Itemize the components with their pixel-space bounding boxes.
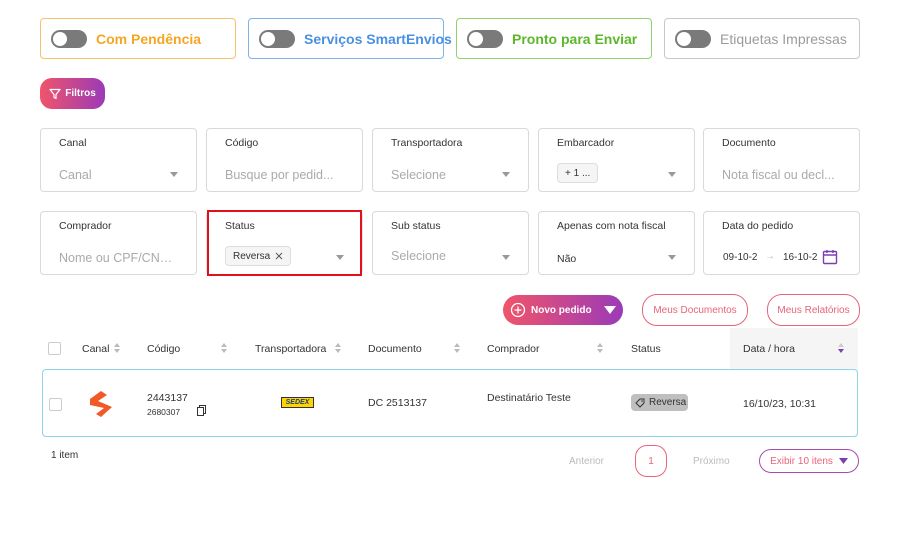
filter-label: Código bbox=[225, 137, 259, 149]
sedex-logo: SEDEX bbox=[281, 397, 314, 408]
arrow-right-icon: → bbox=[765, 251, 775, 262]
meus-documentos-button[interactable]: Meus Documentos bbox=[642, 294, 748, 326]
filter-label: Canal bbox=[59, 137, 87, 149]
chevron-down-icon[interactable] bbox=[170, 172, 178, 177]
sort-icon[interactable] bbox=[334, 342, 342, 354]
filtros-label: Filtros bbox=[65, 88, 96, 99]
comprador-input[interactable]: Nome ou CPF/CNPJ bbox=[59, 251, 174, 265]
filter-value: Selecione bbox=[391, 168, 446, 182]
filter-icon bbox=[49, 88, 61, 99]
row-codigo-sub: 2680307 bbox=[147, 407, 181, 417]
sort-icon[interactable] bbox=[453, 342, 461, 354]
calendar-icon[interactable] bbox=[822, 249, 838, 265]
filter-transportadora[interactable]: Transportadora Selecione bbox=[372, 128, 529, 192]
toggle-switch[interactable] bbox=[51, 29, 87, 48]
novo-pedido-label: Novo pedido bbox=[531, 304, 592, 316]
filter-data-pedido[interactable]: Data do pedido 09-10-2 → 16-10-2 bbox=[703, 211, 860, 275]
filter-value: Canal bbox=[59, 168, 92, 182]
status-highlight-box bbox=[207, 210, 362, 276]
row-documento: DC 2513137 bbox=[368, 397, 427, 409]
item-count: 1 item bbox=[51, 450, 79, 461]
header-status: Status bbox=[631, 343, 661, 355]
header-documento[interactable]: Documento bbox=[368, 343, 422, 355]
sort-icon[interactable] bbox=[837, 342, 845, 354]
sort-icon[interactable] bbox=[220, 342, 228, 354]
date-start[interactable]: 09-10-2 bbox=[723, 252, 757, 263]
filter-documento[interactable]: Documento Nota fiscal ou decl... bbox=[703, 128, 860, 192]
anterior-button[interactable]: Anterior bbox=[569, 456, 604, 467]
page-size-select[interactable]: Exibir 10 itens bbox=[759, 449, 859, 473]
tag-icon bbox=[635, 398, 645, 408]
toggle-label: Pronto para Enviar bbox=[512, 30, 638, 47]
toggle-switch[interactable] bbox=[467, 29, 503, 48]
page-number-button[interactable]: 1 bbox=[635, 445, 667, 477]
embarcador-tag[interactable]: + 1 ... bbox=[557, 163, 599, 183]
filter-label: Apenas com nota fiscal bbox=[557, 220, 666, 232]
filter-value: Selecione bbox=[391, 249, 446, 263]
row-comprador: Destinatário Teste bbox=[487, 392, 571, 404]
filter-label: Sub status bbox=[391, 220, 441, 232]
copy-icon[interactable] bbox=[197, 405, 206, 416]
sort-icon[interactable] bbox=[113, 342, 121, 354]
page-size-label: Exibir 10 itens bbox=[770, 455, 833, 467]
toggle-label: Etiquetas Impressas bbox=[720, 30, 847, 47]
sedex-logo-text: SEDEX bbox=[285, 399, 310, 406]
header-codigo[interactable]: Código bbox=[147, 343, 180, 355]
toggle-com-pendencia[interactable]: Com Pendência bbox=[40, 18, 236, 59]
filter-label: Embarcador bbox=[557, 137, 615, 149]
table-row[interactable]: 2443137 2680307 SEDEX DC 2513137 Destina… bbox=[42, 369, 858, 437]
toggle-switch[interactable] bbox=[675, 29, 711, 48]
sort-icon[interactable] bbox=[596, 342, 604, 354]
chevron-down-icon[interactable] bbox=[502, 255, 510, 260]
toggle-label: Com Pendência bbox=[96, 30, 202, 47]
row-codigo[interactable]: 2443137 bbox=[147, 392, 188, 404]
filter-embarcador[interactable]: Embarcador + 1 ... bbox=[538, 128, 695, 192]
smartenvios-logo-icon bbox=[90, 391, 112, 417]
filtros-button[interactable]: Filtros bbox=[40, 78, 105, 109]
filter-label: Transportadora bbox=[391, 137, 463, 149]
filter-codigo[interactable]: Código Busque por pedid... bbox=[206, 128, 363, 192]
status-badge-label: Reversa bbox=[649, 397, 687, 408]
date-end[interactable]: 16-10-2 bbox=[783, 252, 817, 263]
toggle-servicos-smartenvios[interactable]: Serviços SmartEnvios bbox=[248, 18, 452, 59]
filter-canal[interactable]: Canal Canal bbox=[40, 128, 197, 192]
chevron-down-icon[interactable] bbox=[668, 172, 676, 177]
filter-nota-fiscal[interactable]: Apenas com nota fiscal Não bbox=[538, 211, 695, 275]
chevron-down-icon bbox=[838, 458, 848, 464]
chevron-down-icon[interactable] bbox=[668, 255, 676, 260]
status-badge: Reversa bbox=[631, 394, 688, 411]
filter-label: Documento bbox=[722, 137, 776, 149]
filter-label: Data do pedido bbox=[722, 220, 794, 232]
header-data-hora[interactable]: Data / hora bbox=[743, 343, 795, 355]
toggle-label: Serviços SmartEnvios bbox=[304, 30, 452, 47]
chevron-down-icon[interactable] bbox=[603, 306, 616, 314]
proximo-button[interactable]: Próximo bbox=[693, 456, 730, 467]
filter-label: Comprador bbox=[59, 220, 112, 232]
filter-comprador[interactable]: Comprador Nome ou CPF/CNPJ bbox=[40, 211, 197, 275]
header-transportadora[interactable]: Transportadora bbox=[255, 343, 326, 355]
filter-value: Não bbox=[557, 253, 577, 265]
plus-circle-icon bbox=[510, 302, 526, 318]
select-all-checkbox[interactable] bbox=[48, 342, 61, 355]
toggle-switch[interactable] bbox=[259, 29, 295, 48]
codigo-input[interactable]: Busque por pedid... bbox=[225, 168, 333, 182]
header-comprador[interactable]: Comprador bbox=[487, 343, 540, 355]
toggle-etiquetas-impressas[interactable]: Etiquetas Impressas bbox=[664, 18, 860, 59]
meus-relatorios-button[interactable]: Meus Relatórios bbox=[767, 294, 860, 326]
chevron-down-icon[interactable] bbox=[502, 172, 510, 177]
novo-pedido-button[interactable]: Novo pedido bbox=[503, 295, 623, 325]
row-data-hora: 16/10/23, 10:31 bbox=[743, 398, 816, 410]
filter-sub-status[interactable]: Sub status Selecione bbox=[372, 211, 529, 275]
documento-input[interactable]: Nota fiscal ou decl... bbox=[722, 168, 835, 182]
toggle-pronto-para-enviar[interactable]: Pronto para Enviar bbox=[456, 18, 652, 59]
row-checkbox[interactable] bbox=[49, 398, 62, 411]
header-canal[interactable]: Canal bbox=[82, 343, 109, 355]
